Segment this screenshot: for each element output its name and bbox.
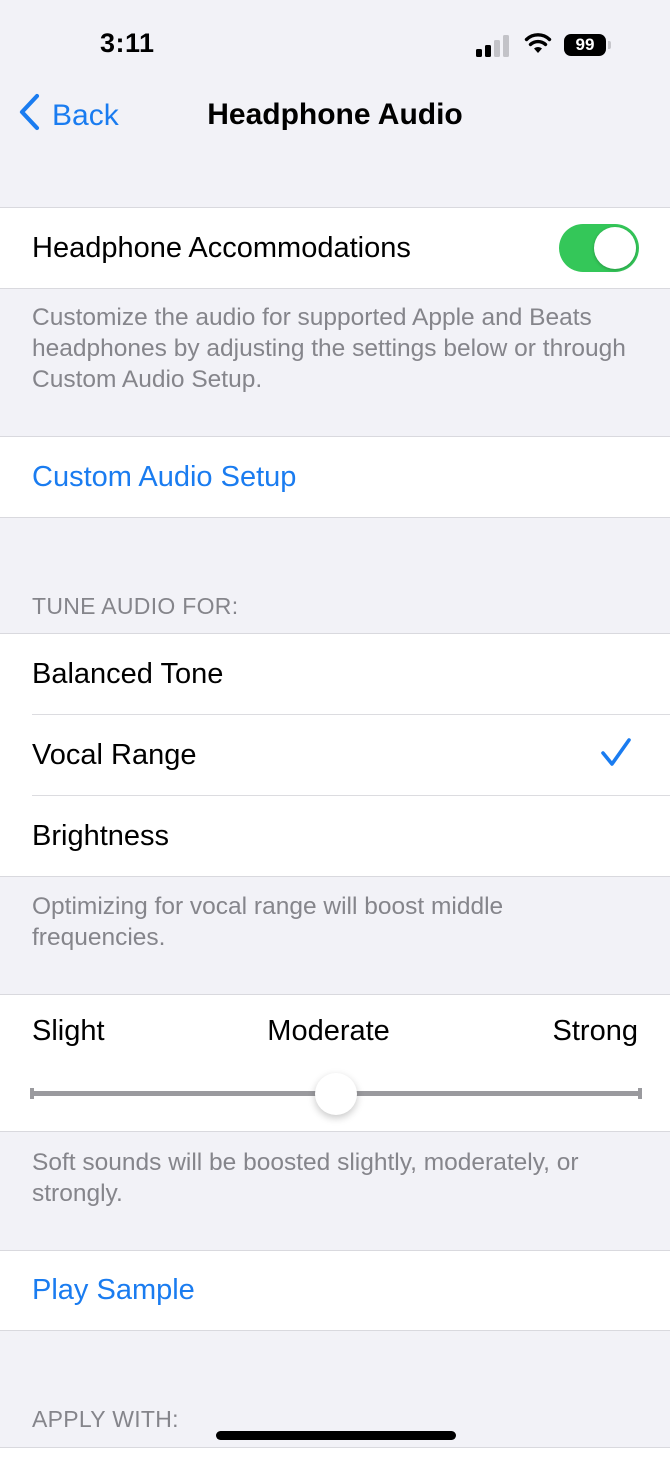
custom-audio-setup-button[interactable]: Custom Audio Setup xyxy=(32,437,670,517)
accommodations-group: Headphone Accommodations xyxy=(0,207,670,289)
tune-audio-group: Balanced Tone Vocal Range Brightness xyxy=(0,633,670,877)
tune-audio-footer: Optimizing for vocal range will boost mi… xyxy=(32,893,504,951)
slider-label-slight: Slight xyxy=(32,1015,105,1047)
wifi-icon xyxy=(524,32,552,56)
option-label: Brightness xyxy=(32,819,170,852)
boost-footer: Soft sounds will be boosted slightly, mo… xyxy=(32,1149,579,1207)
accommodations-footer: Customize the audio for supported Apple … xyxy=(32,304,626,393)
battery-level: 99 xyxy=(575,35,595,54)
boost-slider-track[interactable] xyxy=(30,1073,642,1115)
cellular-signal-icon xyxy=(476,35,510,57)
slider-labels: Slight Moderate Strong xyxy=(32,1015,638,1048)
checkmark-icon xyxy=(600,737,632,775)
option-vocal-range[interactable]: Vocal Range xyxy=(32,715,670,796)
home-indicator[interactable] xyxy=(216,1431,456,1440)
slider-label-strong: Strong xyxy=(552,1015,638,1047)
play-sample-button[interactable]: Play Sample xyxy=(32,1251,670,1330)
option-label: Balanced Tone xyxy=(32,658,224,690)
boost-slider-thumb[interactable] xyxy=(315,1073,357,1115)
accommodations-toggle[interactable] xyxy=(559,224,639,272)
status-time: 3:11 xyxy=(100,28,155,58)
battery-icon: 99 xyxy=(564,34,606,56)
option-label: Vocal Range xyxy=(32,739,197,771)
apply-with-header: APPLY WITH: xyxy=(32,1406,179,1432)
option-balanced-tone[interactable]: Balanced Tone xyxy=(32,634,670,715)
accommodations-label: Headphone Accommodations xyxy=(32,231,411,264)
battery-nub xyxy=(608,41,611,49)
track-cap-start xyxy=(30,1088,34,1099)
option-brightness[interactable]: Brightness xyxy=(32,796,670,876)
page-title: Headphone Audio xyxy=(207,98,463,131)
toggle-knob xyxy=(594,227,636,269)
slider-label-moderate: Moderate xyxy=(267,1015,390,1047)
accommodations-row: Headphone Accommodations xyxy=(32,208,670,288)
boost-slider-group: Slight Moderate Strong xyxy=(0,994,670,1132)
play-sample-label: Play Sample xyxy=(32,1274,195,1306)
play-sample-group: Play Sample xyxy=(0,1250,670,1331)
custom-audio-setup-label: Custom Audio Setup xyxy=(32,460,297,493)
apply-with-group xyxy=(0,1447,670,1467)
tune-audio-header: TUNE AUDIO FOR: xyxy=(32,593,239,619)
track-cap-end xyxy=(638,1088,642,1099)
custom-audio-setup-group: Custom Audio Setup xyxy=(0,436,670,518)
